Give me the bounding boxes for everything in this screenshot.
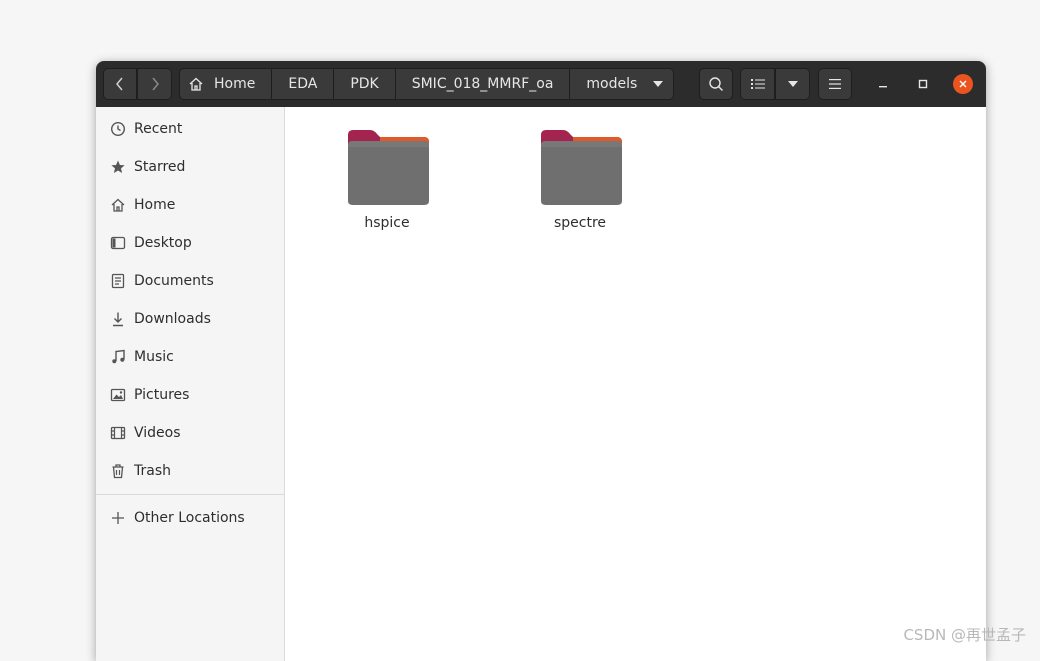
view-options-button[interactable] xyxy=(775,68,810,100)
close-icon xyxy=(958,79,968,89)
home-icon xyxy=(188,76,204,92)
sidebar-item-label: Starred xyxy=(134,159,185,175)
video-icon xyxy=(109,424,127,442)
sidebar-item-label: Recent xyxy=(134,121,182,137)
back-button[interactable] xyxy=(103,68,137,100)
breadcrumb-smic[interactable]: SMIC_018_MMRF_oa xyxy=(396,68,571,100)
sidebar-item-music[interactable]: Music xyxy=(96,338,284,376)
sidebar-item-trash[interactable]: Trash xyxy=(96,452,284,490)
sidebar-item-starred[interactable]: Starred xyxy=(96,148,284,186)
sidebar: Recent Starred Home Desktop Documents xyxy=(96,107,285,661)
breadcrumb-label: SMIC_018_MMRF_oa xyxy=(412,76,554,92)
sidebar-item-label: Home xyxy=(134,197,175,213)
folder-item[interactable]: spectre xyxy=(520,127,640,231)
trash-icon xyxy=(109,462,127,480)
maximize-icon xyxy=(918,79,928,89)
file-manager-window: Home EDA PDK SMIC_018_MMRF_oa models xyxy=(96,61,986,661)
list-view-button[interactable] xyxy=(740,68,775,100)
star-icon xyxy=(109,158,127,176)
sidebar-item-desktop[interactable]: Desktop xyxy=(96,224,284,262)
sidebar-item-label: Downloads xyxy=(134,311,211,327)
breadcrumb-label: models xyxy=(586,76,637,92)
sidebar-item-label: Trash xyxy=(134,463,171,479)
sidebar-item-label: Pictures xyxy=(134,387,189,403)
plus-icon xyxy=(109,509,127,527)
sidebar-item-label: Documents xyxy=(134,273,214,289)
breadcrumb-pdk[interactable]: PDK xyxy=(334,68,395,100)
caret-down-icon xyxy=(653,81,663,87)
sidebar-item-label: Videos xyxy=(134,425,181,441)
music-icon xyxy=(109,348,127,366)
forward-button[interactable] xyxy=(137,68,172,100)
sidebar-item-pictures[interactable]: Pictures xyxy=(96,376,284,414)
sidebar-item-videos[interactable]: Videos xyxy=(96,414,284,452)
folder-icon xyxy=(344,127,430,207)
folder-name: hspice xyxy=(364,215,409,231)
breadcrumb-eda[interactable]: EDA xyxy=(272,68,334,100)
list-view-icon xyxy=(751,78,765,90)
maximize-button[interactable] xyxy=(913,74,933,94)
search-button[interactable] xyxy=(699,68,733,100)
breadcrumb-models[interactable]: models xyxy=(570,68,674,100)
minimize-icon xyxy=(878,79,888,89)
sidebar-item-label: Other Locations xyxy=(134,510,245,526)
watermark: CSDN @再世孟子 xyxy=(903,624,1026,645)
sidebar-item-label: Desktop xyxy=(134,235,192,251)
breadcrumb-label: PDK xyxy=(350,76,378,92)
sidebar-item-label: Music xyxy=(134,349,174,365)
breadcrumb: Home EDA PDK SMIC_018_MMRF_oa models xyxy=(179,68,674,100)
sidebar-item-other-locations[interactable]: Other Locations xyxy=(96,499,284,537)
sidebar-item-recent[interactable]: Recent xyxy=(96,110,284,148)
close-button[interactable] xyxy=(953,74,973,94)
chevron-right-icon xyxy=(149,76,161,92)
folder-name: spectre xyxy=(554,215,606,231)
breadcrumb-home[interactable]: Home xyxy=(179,68,272,100)
chevron-left-icon xyxy=(114,76,126,92)
picture-icon xyxy=(109,386,127,404)
sidebar-item-documents[interactable]: Documents xyxy=(96,262,284,300)
clock-icon xyxy=(109,120,127,138)
search-icon xyxy=(708,76,724,92)
folder-icon xyxy=(537,127,623,207)
hamburger-icon xyxy=(829,79,841,89)
home-icon xyxy=(109,196,127,214)
minimize-button[interactable] xyxy=(873,74,893,94)
breadcrumb-label: Home xyxy=(214,76,255,92)
document-icon xyxy=(109,272,127,290)
header-bar: Home EDA PDK SMIC_018_MMRF_oa models xyxy=(96,61,986,107)
file-view: hspice spectre xyxy=(285,107,986,661)
caret-down-icon xyxy=(788,81,798,87)
main-menu-button[interactable] xyxy=(818,68,852,100)
folder-item[interactable]: hspice xyxy=(327,127,447,231)
desktop-icon xyxy=(109,234,127,252)
sidebar-item-downloads[interactable]: Downloads xyxy=(96,300,284,338)
sidebar-divider xyxy=(96,494,284,495)
download-icon xyxy=(109,310,127,328)
breadcrumb-label: EDA xyxy=(288,76,317,92)
sidebar-item-home[interactable]: Home xyxy=(96,186,284,224)
